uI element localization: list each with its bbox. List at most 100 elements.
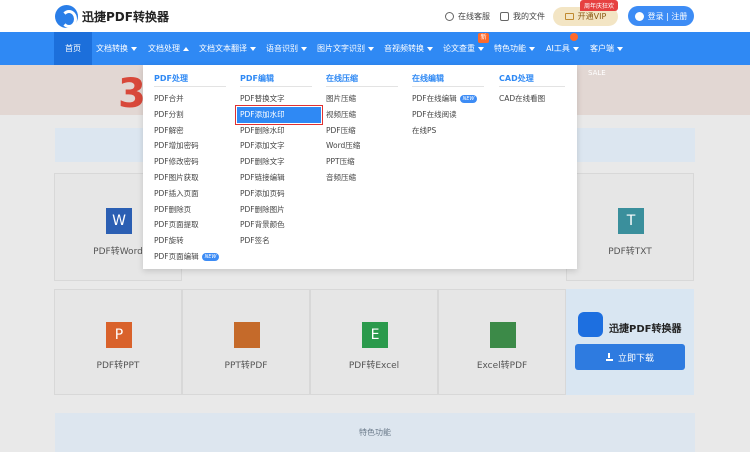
menu-item[interactable]: 音频压缩 xyxy=(326,170,398,186)
menu-col-cad: CAD处理 CAD在线看图 xyxy=(499,73,565,107)
menu-item[interactable]: PPT压缩 xyxy=(326,154,398,170)
chevron-down-icon xyxy=(617,46,623,51)
nav-av-convert[interactable]: 音视频转换 xyxy=(384,32,433,65)
menu-item[interactable]: PDF删除页 xyxy=(154,202,226,218)
download-label: 立即下载 xyxy=(617,353,654,364)
menu-item[interactable]: 视频压缩 xyxy=(326,107,398,123)
nav-ocr-label: 图片文字识别 xyxy=(317,44,365,53)
file-icon xyxy=(500,12,509,21)
chevron-down-icon xyxy=(427,46,433,51)
user-icon xyxy=(634,11,644,21)
nav-home[interactable]: 首页 xyxy=(54,32,92,65)
card-pdf-to-excel[interactable]: E PDF转Excel xyxy=(310,289,438,395)
menu-item-add-watermark[interactable]: PDF添加水印 xyxy=(235,104,323,125)
chevron-down-icon xyxy=(529,46,535,51)
menu-item[interactable]: PDF添加文字 xyxy=(240,138,321,154)
nav-av-convert-label: 音视频转换 xyxy=(384,44,424,53)
menu-item[interactable]: PDF解密 xyxy=(154,123,226,139)
nav-features-label: 特色功能 xyxy=(494,44,526,53)
card-label: PPT转PDF xyxy=(224,361,268,371)
menu-item[interactable]: PDF图片获取 xyxy=(154,170,226,186)
menu-item[interactable]: PDF插入页面 xyxy=(154,186,226,202)
menu-item[interactable]: PDF签名 xyxy=(240,233,321,249)
ppt-icon: P xyxy=(106,322,132,348)
nav-doc-process[interactable]: 文档处理 xyxy=(148,32,189,65)
menu-item[interactable]: PDF背景颜色 xyxy=(240,217,321,233)
menu-item[interactable]: PDF分割 xyxy=(154,107,226,123)
menu-item[interactable]: PDF增加密码 xyxy=(154,138,226,154)
nav-ocr[interactable]: 图片文字识别 xyxy=(317,32,374,65)
nav-speech[interactable]: 语音识别 xyxy=(266,32,307,65)
nav-features[interactable]: 特色功能 xyxy=(494,32,535,65)
login-register-button[interactable]: 登录 | 注册 xyxy=(628,6,694,26)
card-excel-to-pdf[interactable]: Excel转PDF xyxy=(438,289,566,395)
menu-item[interactable]: PDF修改密码 xyxy=(154,154,226,170)
new-pill: NEW xyxy=(201,252,220,261)
download-button[interactable]: 立即下载 xyxy=(575,344,685,370)
nav-ai-tools-label: AI工具 xyxy=(546,44,570,53)
chevron-down-icon xyxy=(301,46,307,51)
nav-plagiarism-label: 论文查重 xyxy=(443,44,475,53)
online-service-label: 在线客服 xyxy=(458,12,490,21)
login-label: 登录 | 注册 xyxy=(647,11,688,21)
menu-item[interactable]: PDF页面提取 xyxy=(154,217,226,233)
vip-label: 开通VIP xyxy=(577,12,607,21)
my-files-link[interactable]: 我的文件 xyxy=(500,11,545,22)
app-logo-icon xyxy=(578,312,603,337)
download-card: 迅捷PDF转换器 立即下载 xyxy=(566,289,694,395)
menu-col-compress: 在线压缩 图片压缩 视频压缩 PDF压缩 Word压缩 PPT压缩 音频压缩 xyxy=(326,73,398,186)
features-section: 特色功能 xyxy=(55,413,695,452)
chevron-down-icon xyxy=(572,46,579,51)
card-pdf-to-ppt[interactable]: P PDF转PPT xyxy=(54,289,182,395)
doc-process-dropdown: PDF处理 PDF合并 PDF分割 PDF解密 PDF增加密码 PDF修改密码 … xyxy=(143,65,577,269)
menu-item[interactable]: 在线PS xyxy=(412,123,484,139)
card-label: PDF转PPT xyxy=(96,361,140,371)
nav-client[interactable]: 客户端 xyxy=(590,32,623,65)
download-brand: 迅捷PDF转换器 xyxy=(609,324,682,335)
card-label: Excel转PDF xyxy=(476,361,528,371)
card-label: PDF转TXT xyxy=(608,247,652,257)
chevron-down-icon xyxy=(131,46,137,51)
menu-item[interactable]: PDF链接编辑 xyxy=(240,170,321,186)
main-nav: 首页 文档转换 文档处理 文档文本翻译 语音识别 图片文字识别 音视频转换 论文… xyxy=(0,32,750,65)
excel-pdf-icon xyxy=(490,322,516,348)
menu-col-pdf-edit: PDF编辑 PDF替换文字 PDF添加水印 PDF删除水印 PDF添加文字 PD… xyxy=(235,73,323,249)
nav-translate[interactable]: 文档文本翻译 xyxy=(199,32,256,65)
menu-item[interactable]: PDF删除文字 xyxy=(240,154,321,170)
menu-item-pdf-online-edit[interactable]: PDF在线编辑 NEW xyxy=(412,91,484,107)
my-files-label: 我的文件 xyxy=(513,12,545,21)
online-service-link[interactable]: 在线客服 xyxy=(445,11,490,22)
app-logo-icon[interactable] xyxy=(55,5,78,28)
features-title: 特色功能 xyxy=(359,428,391,437)
menu-item[interactable]: PDF删除图片 xyxy=(240,202,321,218)
menu-item-label: PDF在线编辑 xyxy=(412,94,457,103)
card-pdf-to-txt[interactable]: T PDF转TXT xyxy=(566,173,694,281)
chevron-down-icon xyxy=(368,46,374,51)
menu-col-pdf-process: PDF处理 PDF合并 PDF分割 PDF解密 PDF增加密码 PDF修改密码 … xyxy=(154,73,226,265)
menu-item-pdf-page-edit[interactable]: PDF页面编辑 NEW xyxy=(154,249,226,265)
brand-name[interactable]: 迅捷PDF转换器 xyxy=(82,8,169,25)
chevron-down-icon xyxy=(250,46,256,51)
anniversary-badge: 周年庆狂欢 xyxy=(580,0,619,11)
nav-doc-convert[interactable]: 文档转换 xyxy=(96,32,137,65)
banner-number: 3 xyxy=(118,71,146,117)
card-label: PDF转Excel xyxy=(348,361,400,371)
menu-item[interactable]: PDF合并 xyxy=(154,91,226,107)
menu-col-title: 在线压缩 xyxy=(326,73,398,87)
word-icon: W xyxy=(106,208,132,234)
menu-item[interactable]: PDF旋转 xyxy=(154,233,226,249)
new-dot-badge xyxy=(570,33,578,41)
card-ppt-to-pdf[interactable]: PPT转PDF xyxy=(182,289,310,395)
new-badge: 新 xyxy=(478,33,489,43)
download-icon xyxy=(605,353,613,361)
menu-item[interactable]: PDF压缩 xyxy=(326,123,398,139)
menu-item[interactable]: PDF删除水印 xyxy=(240,123,321,139)
menu-item[interactable]: Word压缩 xyxy=(326,138,398,154)
menu-item[interactable]: PDF在线阅读 xyxy=(412,107,484,123)
menu-item[interactable]: 图片压缩 xyxy=(326,91,398,107)
menu-item[interactable]: CAD在线看图 xyxy=(499,91,565,107)
ppt-pdf-icon xyxy=(234,322,260,348)
menu-item[interactable]: PDF替换文字 xyxy=(240,91,321,107)
menu-item[interactable]: PDF添加页码 xyxy=(240,186,321,202)
crown-icon xyxy=(564,13,574,20)
